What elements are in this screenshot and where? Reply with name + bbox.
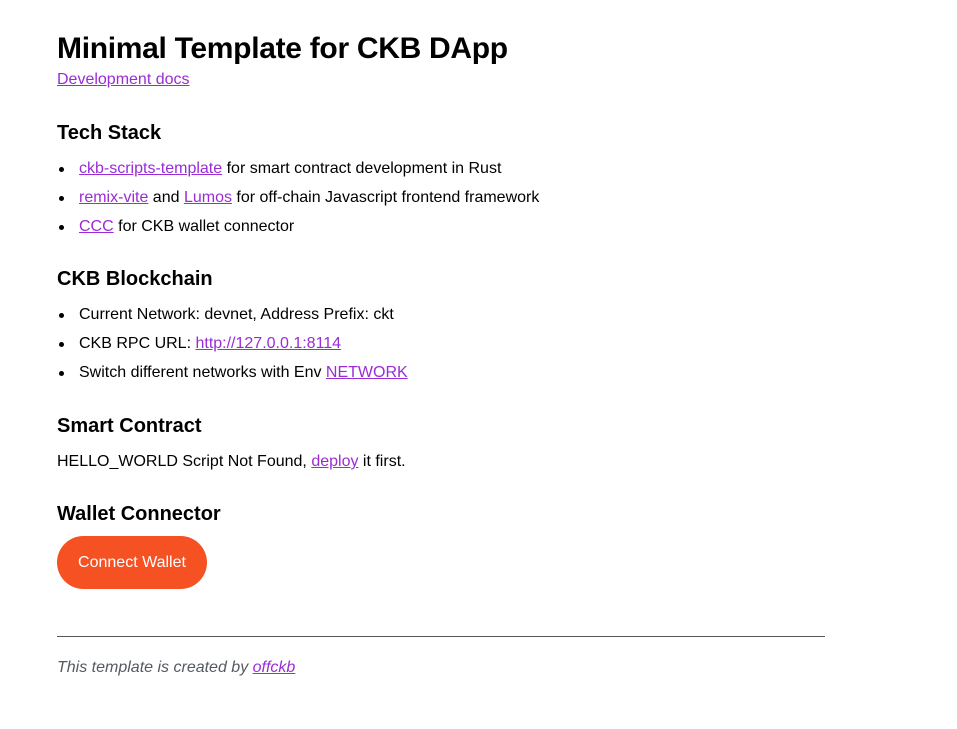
connect-wallet-button[interactable]: Connect Wallet: [57, 536, 207, 589]
ckb-blockchain-heading: CKB Blockchain: [57, 268, 213, 290]
remix-vite-link[interactable]: remix-vite: [79, 189, 148, 206]
ccc-link[interactable]: CCC: [79, 218, 114, 235]
list-item: CCC for CKB wallet connector: [57, 217, 539, 246]
wallet-connector-heading: Wallet Connector: [57, 503, 221, 525]
deploy-link[interactable]: deploy: [311, 453, 358, 470]
footer: This template is created by offckb: [57, 658, 295, 678]
rpc-url-label: CKB RPC URL:: [79, 335, 196, 352]
list-item-text: and: [148, 189, 184, 206]
ckb-scripts-template-link[interactable]: ckb-scripts-template: [79, 160, 222, 177]
rpc-url-link[interactable]: http://127.0.0.1:8114: [195, 335, 341, 352]
smart-contract-heading: Smart Contract: [57, 415, 202, 437]
offckb-link[interactable]: offckb: [253, 659, 296, 676]
script-status-message: HELLO_WORLD Script Not Found, deploy it …: [57, 452, 406, 472]
script-status-suffix: it first.: [358, 453, 406, 470]
list-item: remix-vite and Lumos for off-chain Javas…: [57, 188, 539, 217]
page-title: Minimal Template for CKB DApp: [57, 32, 508, 65]
development-docs-link[interactable]: Development docs: [57, 70, 190, 90]
list-item: CKB RPC URL: http://127.0.0.1:8114: [57, 334, 408, 363]
blockchain-info-list: Current Network: devnet, Address Prefix:…: [57, 305, 408, 392]
lumos-link[interactable]: Lumos: [184, 189, 232, 206]
network-info-text: Current Network: devnet, Address Prefix:…: [79, 306, 394, 323]
network-env-link[interactable]: NETWORK: [326, 364, 408, 381]
list-item: ckb-scripts-template for smart contract …: [57, 159, 539, 188]
tech-stack-heading: Tech Stack: [57, 122, 162, 144]
tech-stack-list: ckb-scripts-template for smart contract …: [57, 159, 539, 246]
list-item: Current Network: devnet, Address Prefix:…: [57, 305, 408, 334]
list-item: Switch different networks with Env NETWO…: [57, 363, 408, 392]
divider: [57, 636, 825, 637]
list-item-text: for off-chain Javascript frontend framew…: [231, 189, 540, 206]
list-item-text: for CKB wallet connector: [113, 218, 295, 235]
switch-network-text: Switch different networks with Env: [79, 364, 326, 381]
list-item-text: for smart contract development in Rust: [222, 160, 502, 177]
footer-text: This template is created by: [57, 659, 253, 676]
script-status-text: HELLO_WORLD Script Not Found,: [57, 453, 312, 470]
